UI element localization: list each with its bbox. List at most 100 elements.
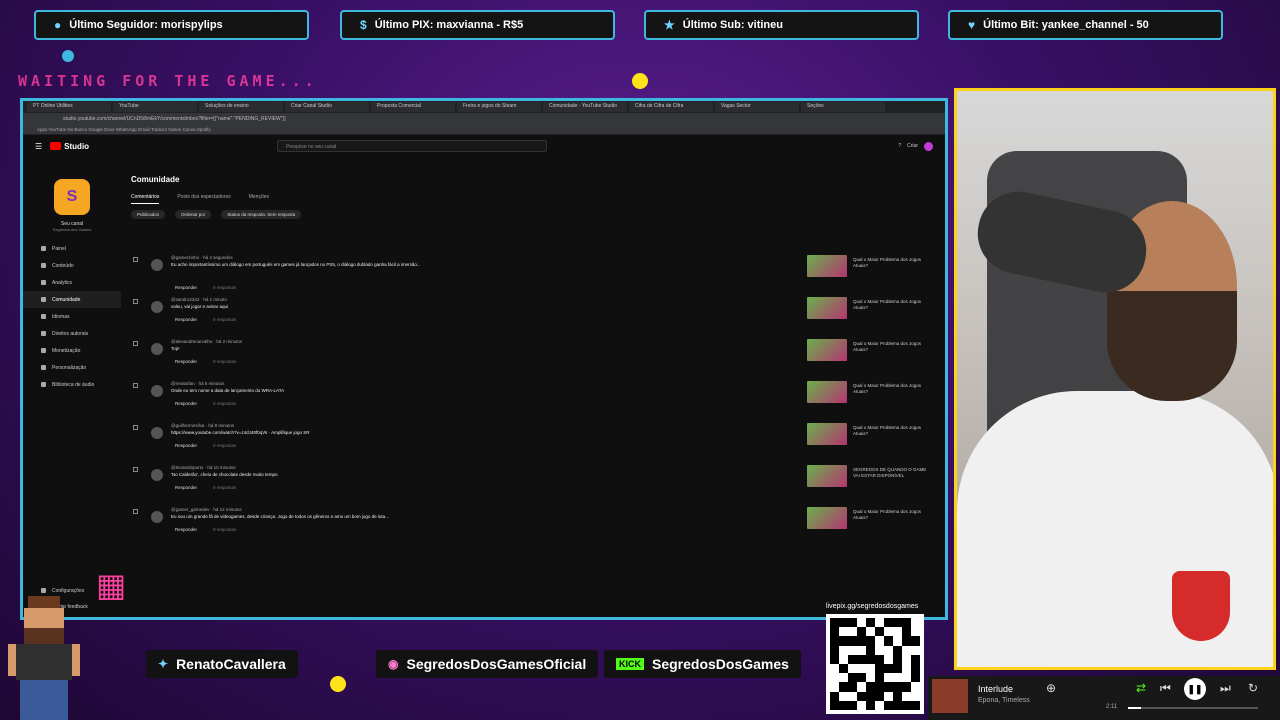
alert-text: Último Bit: yankee_channel - 50 <box>983 19 1149 31</box>
sidebar-item-monetization[interactable]: Monetização <box>23 342 121 359</box>
avatar[interactable] <box>151 427 163 439</box>
browser-tab[interactable]: Freira e jogos do Steam <box>457 102 541 112</box>
replies-count[interactable]: 0 respostas <box>213 359 236 364</box>
browser-tab[interactable]: Soluções de ensino <box>199 102 283 112</box>
browser-tab[interactable]: Comunidade - YouTube Studio <box>543 102 627 112</box>
pause-button[interactable]: ❚❚ <box>1184 678 1206 700</box>
sidebar-item-copyright[interactable]: Direitos autorais <box>23 325 121 342</box>
reply-button[interactable]: Responder <box>175 359 197 364</box>
shuffle-icon[interactable]: ⇄ <box>1136 681 1146 695</box>
comment-checkbox[interactable] <box>133 341 138 346</box>
qr-module <box>911 682 920 692</box>
qr-module <box>902 618 911 628</box>
help-icon[interactable]: ? <box>898 143 901 149</box>
avatar[interactable] <box>924 141 933 151</box>
avatar[interactable] <box>151 469 163 481</box>
sidebar-item-audio-library[interactable]: Biblioteca de áudio <box>23 376 121 393</box>
browser-tab[interactable]: Criar Canal Studio <box>285 102 369 112</box>
add-icon[interactable]: ⊕ <box>1046 681 1056 695</box>
studio-logo[interactable]: Studio <box>50 142 89 151</box>
filter-chip[interactable]: Publicados <box>131 210 166 219</box>
comment-author[interactable]: @renatofan · há 5 minutos <box>171 381 224 386</box>
avatar[interactable] <box>151 511 163 523</box>
tab-viewer-posts[interactable]: Posts dos espectadores <box>177 194 230 204</box>
avatar[interactable] <box>151 343 163 355</box>
sidebar-item-customize[interactable]: Personalização <box>23 359 121 376</box>
replies-count[interactable]: 0 respostas <box>213 443 236 448</box>
video-title[interactable]: Qual o Maior Problema dos Jogos Atuais? <box>853 299 933 311</box>
video-thumbnail[interactable] <box>807 507 847 529</box>
video-title[interactable]: Qual o Maior Problema dos Jogos Atuais? <box>853 425 933 437</box>
video-thumbnail[interactable] <box>807 339 847 361</box>
sidebar-item-dashboard[interactable]: Painel <box>23 240 121 257</box>
comment-checkbox[interactable] <box>133 299 138 304</box>
comment-checkbox[interactable] <box>133 467 138 472</box>
reply-button[interactable]: Responder <box>175 485 197 490</box>
comment-checkbox[interactable] <box>133 383 138 388</box>
comment-checkbox[interactable] <box>133 425 138 430</box>
reply-button[interactable]: Responder <box>175 317 197 322</box>
video-title[interactable]: Qual o Maior Problema dos Jogos Atuais? <box>853 341 933 353</box>
customize-icon <box>41 365 46 370</box>
video-thumbnail[interactable] <box>807 297 847 319</box>
browser-tab[interactable]: Vagas Sector <box>715 102 799 112</box>
sidebar-item-analytics[interactable]: Analytics <box>23 274 121 291</box>
social-handle: RenatoCavallera <box>176 656 286 672</box>
video-thumbnail[interactable] <box>807 423 847 445</box>
avatar[interactable] <box>151 301 163 313</box>
video-title[interactable]: Qual o Maior Problema dos Jogos Atuais? <box>853 509 933 521</box>
avatar[interactable] <box>151 385 163 397</box>
sidebar-item-content[interactable]: Conteúdo <box>23 257 121 274</box>
create-button[interactable]: Criar <box>907 143 918 149</box>
video-title[interactable]: Qual o Maior Problema dos Jogos Atuais? <box>853 383 933 395</box>
browser-tab[interactable]: Seções <box>801 102 885 112</box>
gear-icon <box>41 588 46 593</box>
video-thumbnail[interactable] <box>807 381 847 403</box>
video-thumbnail[interactable] <box>807 465 847 487</box>
qr-module <box>902 673 911 683</box>
qr-module <box>830 654 839 664</box>
bookmarks-bar[interactable]: Apps YouTube Nu Banco Google Drive Whats… <box>23 125 945 135</box>
previous-icon[interactable]: ⏮ <box>1160 681 1171 696</box>
avatar[interactable] <box>151 259 163 271</box>
reply-button[interactable]: Responder <box>175 285 197 290</box>
reply-button[interactable]: Responder <box>175 527 197 532</box>
reply-button[interactable]: Responder <box>175 443 197 448</box>
comment-author[interactable]: @sandro2342 · há 1 minuto <box>171 297 227 302</box>
reply-button[interactable]: Responder <box>175 401 197 406</box>
comment-checkbox[interactable] <box>133 257 138 262</box>
address-bar[interactable]: studio.youtube.com/channel/UCnD5i8mEkY/c… <box>23 113 945 125</box>
browser-tab[interactable]: Cifra de Cifra de Cifra <box>629 102 713 112</box>
next-icon[interactable]: ⏭ <box>1220 681 1231 696</box>
search-input[interactable]: Pesquise no seu canal <box>277 140 548 152</box>
tab-comments[interactable]: Comentários <box>131 194 160 204</box>
comment-author[interactable]: @guilhermesilva · há 8 minutos <box>171 423 234 428</box>
comment-checkbox[interactable] <box>133 509 138 514</box>
replies-count[interactable]: 0 respostas <box>213 527 236 532</box>
comment-author[interactable]: @leonardoporto · há 10 minutos <box>171 465 236 470</box>
sidebar-item-community[interactable]: Comunidade <box>23 291 121 308</box>
browser-tab[interactable]: PT Online Utilities <box>27 102 111 112</box>
sidebar-item-subtitles[interactable]: Idiomas <box>23 308 121 325</box>
browser-tab[interactable]: YouTube <box>113 102 197 112</box>
qr-module <box>839 654 848 664</box>
track-progress[interactable] <box>1128 707 1258 709</box>
comment-author[interactable]: @alexandrecarvalho · há 2 minutos <box>171 339 242 344</box>
menu-icon[interactable]: ☰ <box>35 142 42 151</box>
replies-count[interactable]: 0 respostas <box>213 485 236 490</box>
video-thumbnail[interactable] <box>807 255 847 277</box>
replies-count[interactable]: 0 respostas <box>213 401 236 406</box>
video-title[interactable]: SEGREDOS DE QUANDO O GAME VAI ESTAR DISP… <box>853 467 933 479</box>
channel-avatar[interactable]: S <box>54 179 90 215</box>
video-title[interactable]: Qual o Maior Problema dos Jogos Atuais? <box>853 257 933 269</box>
browser-tab[interactable]: Proposta Comercial <box>371 102 455 112</box>
replies-count[interactable]: 0 respostas <box>213 317 236 322</box>
repeat-icon[interactable]: ↻ <box>1248 681 1258 695</box>
filter-chip[interactable]: Status da resposta: Sem resposta <box>221 210 302 219</box>
filter-chip[interactable]: Ordenar por <box>175 210 212 219</box>
tab-mentions[interactable]: Menções <box>249 194 269 204</box>
replies-count[interactable]: 0 respostas <box>213 285 236 290</box>
qr-module <box>848 627 857 637</box>
comment-author[interactable]: @gamerzinho · há 4 segundos <box>171 255 233 260</box>
comment-author[interactable]: @gamer_gamedev · há 12 minutos <box>171 507 242 512</box>
